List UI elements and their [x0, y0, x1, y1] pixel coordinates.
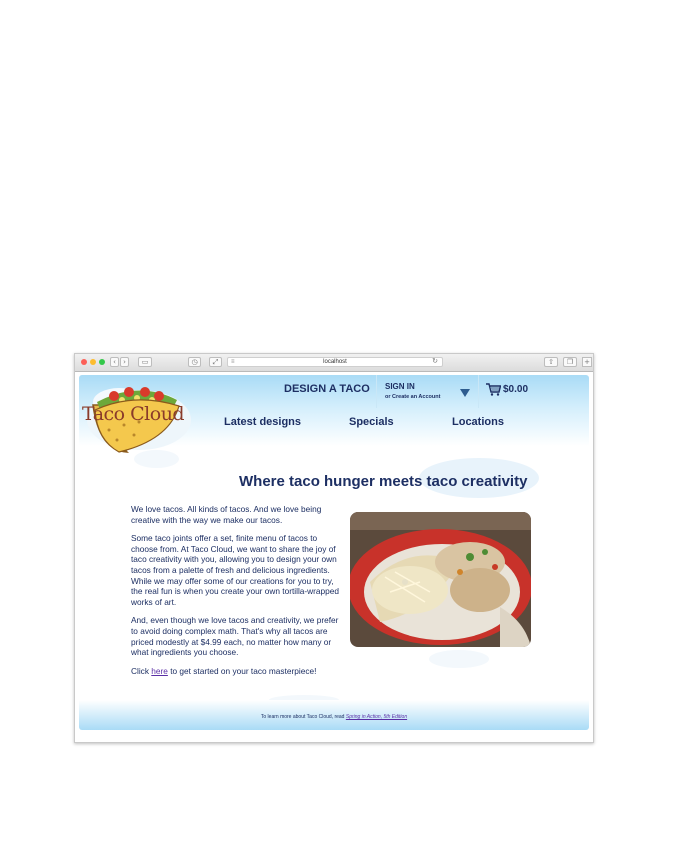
sign-in-link[interactable]: SIGN IN	[385, 382, 415, 391]
brand-name: Taco Cloud	[82, 403, 185, 425]
header-divider	[478, 375, 479, 408]
cta-line: Click here to get started on your taco m…	[131, 666, 346, 677]
cart-total[interactable]: $0.00	[503, 384, 528, 395]
reload-icon[interactable]: ↻	[432, 358, 438, 366]
intro-paragraph: We love tacos. All kinds of tacos. And w…	[131, 504, 322, 525]
history-icon[interactable]: ◷	[188, 357, 201, 367]
reader-icon[interactable]: ≡	[231, 358, 235, 366]
create-account-link[interactable]: or Create an Account	[385, 394, 440, 400]
minimize-window-icon[interactable]	[90, 359, 96, 365]
chevron-down-icon[interactable]	[460, 389, 470, 397]
nav-locations[interactable]: Locations	[452, 416, 504, 428]
taco-photo-image	[350, 512, 531, 647]
forward-icon[interactable]: ›	[120, 357, 129, 367]
intro-text: We love tacos. All kinds of tacos. And w…	[131, 504, 346, 684]
taco-photo	[350, 512, 531, 647]
nav-latest-designs[interactable]: Latest designs	[224, 416, 301, 428]
footer-text: To learn more about Taco Cloud, read Spr…	[79, 714, 589, 720]
footer-prefix: To learn more about Taco Cloud, read	[260, 714, 346, 720]
close-window-icon[interactable]	[81, 359, 87, 365]
sign-in-menu[interactable]: SIGN IN or Create an Account	[385, 382, 475, 402]
sidebar-icon[interactable]: ▭	[138, 357, 152, 367]
nav-specials[interactable]: Specials	[349, 416, 394, 428]
back-icon[interactable]: ‹	[110, 357, 119, 367]
page-headline: Where taco hunger meets taco creativity	[239, 473, 528, 490]
taco-cloud-logo[interactable]: Taco Cloud	[79, 380, 194, 460]
browser-toolbar: ‹ › ▭ ◷ ⤢ ≡ localhost ↻ ⇧ ❐ +	[75, 354, 593, 372]
header-divider	[376, 375, 377, 408]
intro-paragraph: And, even though we love tacos and creat…	[131, 615, 339, 658]
cloud-decoration	[429, 650, 489, 668]
share-icon[interactable]: ⇧	[544, 357, 558, 367]
resize-icon[interactable]: ⤢	[209, 357, 222, 367]
book-link[interactable]: Spring in Action, 5th Edition	[346, 714, 407, 720]
tabs-icon[interactable]: ❐	[563, 357, 577, 367]
intro-paragraph: Some taco joints offer a set, finite men…	[131, 533, 339, 607]
browser-window: ‹ › ▭ ◷ ⤢ ≡ localhost ↻ ⇧ ❐ + Taco Cloud…	[74, 353, 594, 743]
maximize-window-icon[interactable]	[99, 359, 105, 365]
get-started-link[interactable]: here	[151, 666, 168, 676]
cta-suffix: to get started on your taco masterpiece!	[167, 665, 317, 676]
web-page: Taco Cloud DESIGN A TACO SIGN IN or Crea…	[79, 375, 589, 730]
new-tab-icon[interactable]: +	[582, 357, 592, 367]
address-bar[interactable]: ≡ localhost ↻	[227, 357, 443, 367]
url-text: localhost	[323, 359, 347, 365]
shopping-cart-icon[interactable]	[486, 383, 501, 396]
cta-prefix: Click	[131, 665, 152, 676]
design-taco-link[interactable]: DESIGN A TACO	[284, 383, 370, 395]
